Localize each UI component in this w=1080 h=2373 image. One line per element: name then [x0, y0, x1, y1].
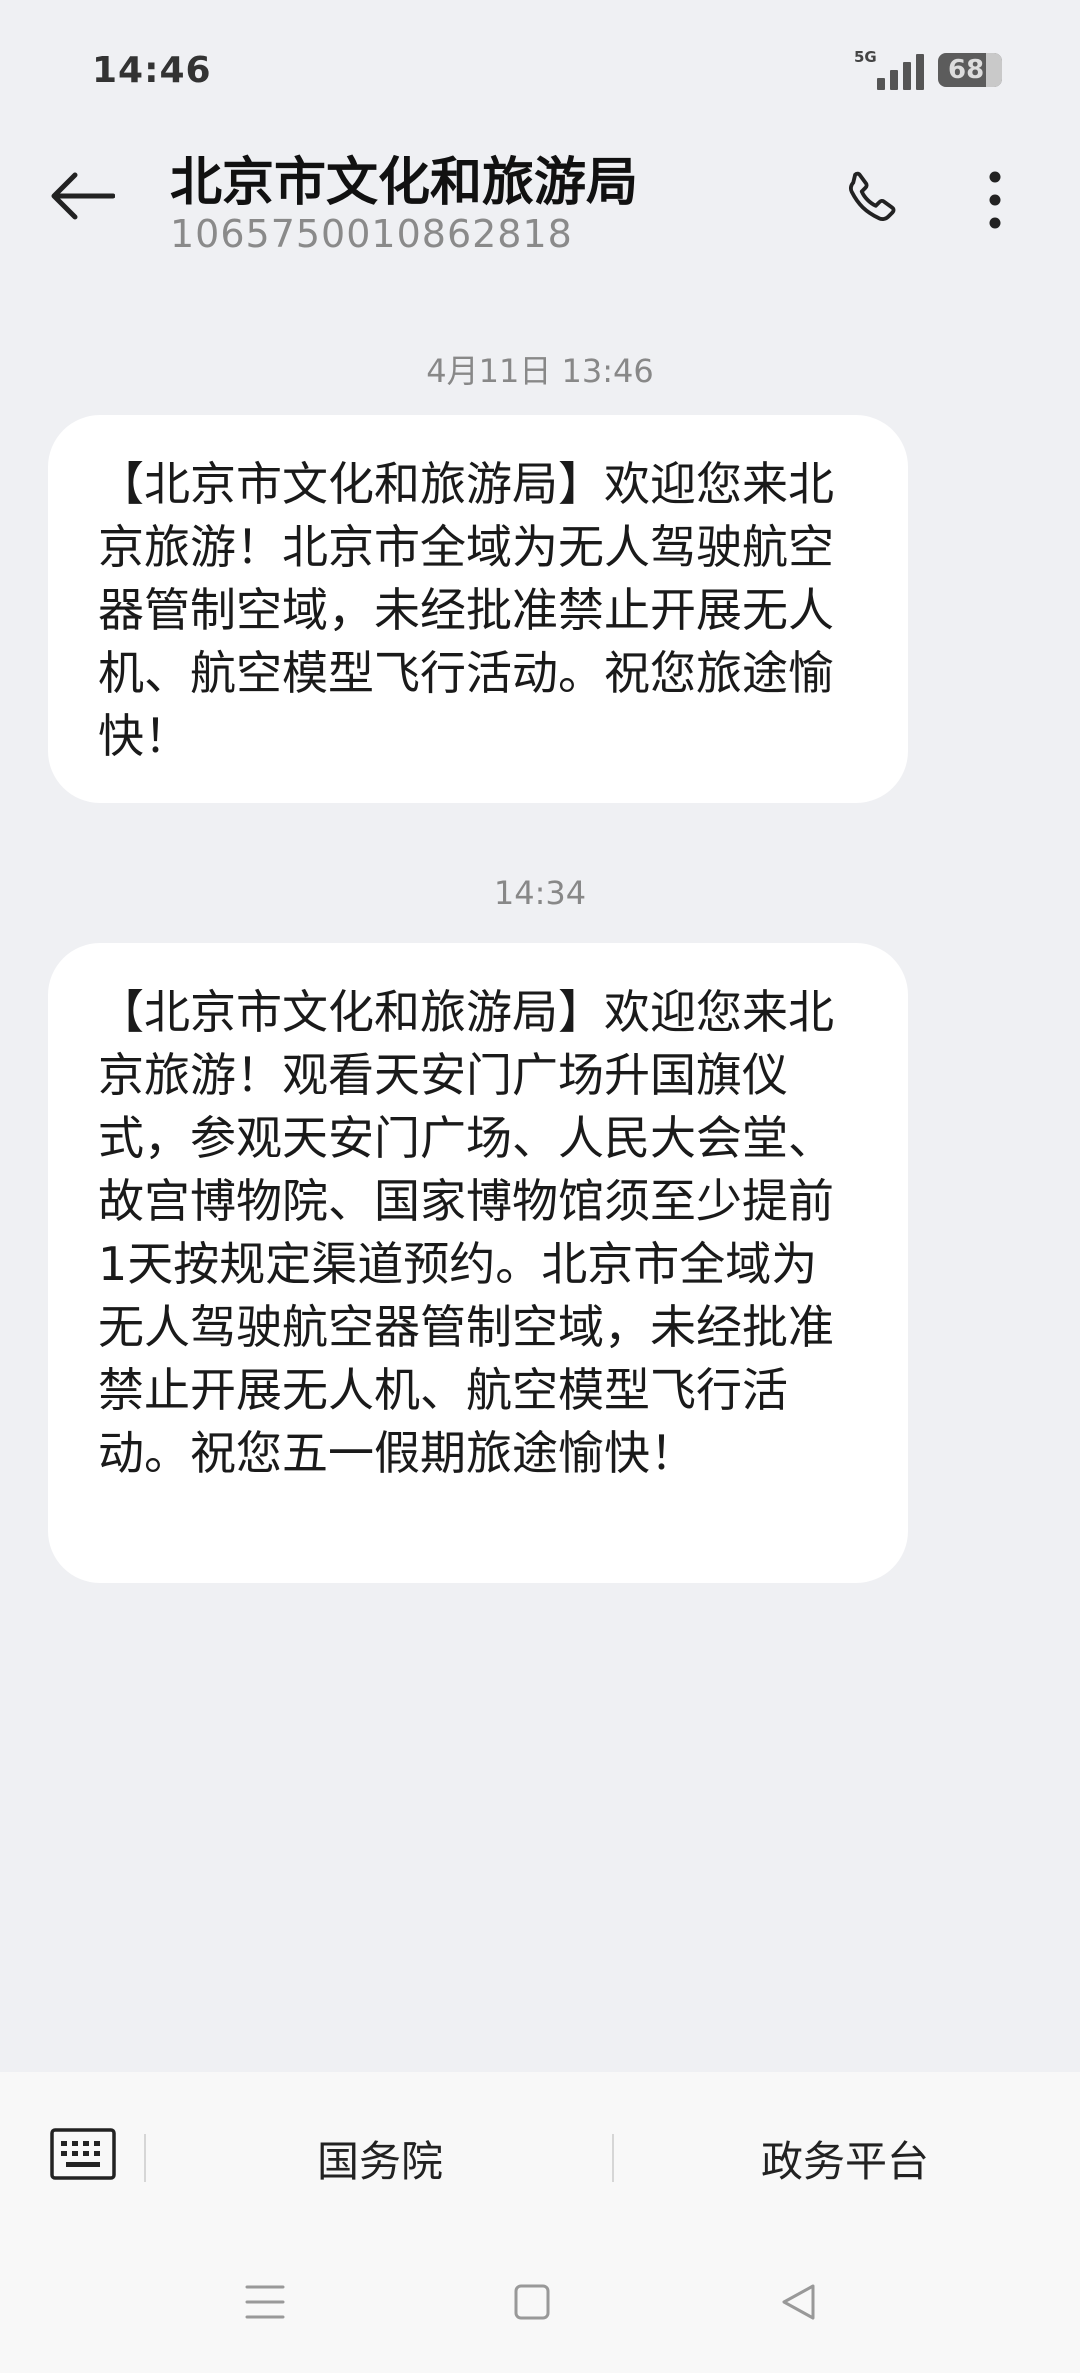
system-navigation-bar — [0, 2232, 1080, 2373]
message-text: 【北京市文化和旅游局】欢迎您来北京旅游！北京市全域为无人驾驶航空器管制空域，未经… — [98, 457, 834, 763]
more-options-button[interactable] — [960, 160, 1030, 240]
back-triangle-icon — [782, 2284, 815, 2320]
conversation-header: 北京市文化和旅游局 1065750010862818 — [0, 130, 1080, 270]
contact-name: 北京市文化和旅游局 — [170, 153, 639, 213]
status-bar: 14:46 5G 68 — [0, 0, 1080, 130]
home-button[interactable] — [502, 2272, 562, 2332]
back-arrow-icon — [51, 172, 115, 220]
battery-icon: 68 — [938, 53, 1002, 87]
recents-button[interactable] — [235, 2272, 295, 2332]
status-icons: 5G 68 — [854, 48, 1002, 92]
menu-divider — [612, 2134, 614, 2182]
service-menu-bar: 国务院 政务平台 — [0, 2072, 1080, 2232]
message-bubble[interactable]: 【北京市文化和旅游局】欢迎您来北京旅游！北京市全域为无人驾驶航空器管制空域，未经… — [48, 415, 908, 803]
message-bubble[interactable]: 【北京市文化和旅游局】欢迎您来北京旅游！观看天安门广场升国旗仪式，参观天安门广场… — [48, 943, 908, 1583]
message-timestamp: 4月11日 13:46 — [426, 352, 654, 390]
keyboard-icon — [50, 2128, 116, 2180]
contact-number: 1065750010862818 — [170, 212, 573, 256]
status-time: 14:46 — [92, 50, 212, 91]
call-button[interactable] — [830, 160, 910, 240]
home-square-icon — [514, 2284, 550, 2320]
message-timestamp: 14:34 — [493, 874, 587, 912]
sms-conversation-screen: 14:46 5G 68 北京市文化和旅游局 1065750010862818 4… — [0, 0, 1080, 2373]
battery-level: 68 — [948, 55, 985, 85]
more-vertical-icon — [989, 171, 1001, 229]
menu-item-gov-platform[interactable]: 政务平台 — [730, 2128, 960, 2189]
message-text: 【北京市文化和旅游局】欢迎您来北京旅游！观看天安门广场升国旗仪式，参观天安门广场… — [98, 985, 834, 1480]
menu-icon — [245, 2285, 285, 2319]
keyboard-toggle-button[interactable] — [50, 2128, 116, 2180]
back-nav-button[interactable] — [768, 2272, 828, 2332]
phone-icon — [848, 171, 896, 222]
back-button[interactable] — [46, 160, 118, 232]
signal-icon: 5G — [854, 48, 924, 92]
network-type-label: 5G — [854, 48, 877, 66]
menu-item-state-council[interactable]: 国务院 — [300, 2128, 460, 2189]
menu-divider — [144, 2134, 146, 2182]
